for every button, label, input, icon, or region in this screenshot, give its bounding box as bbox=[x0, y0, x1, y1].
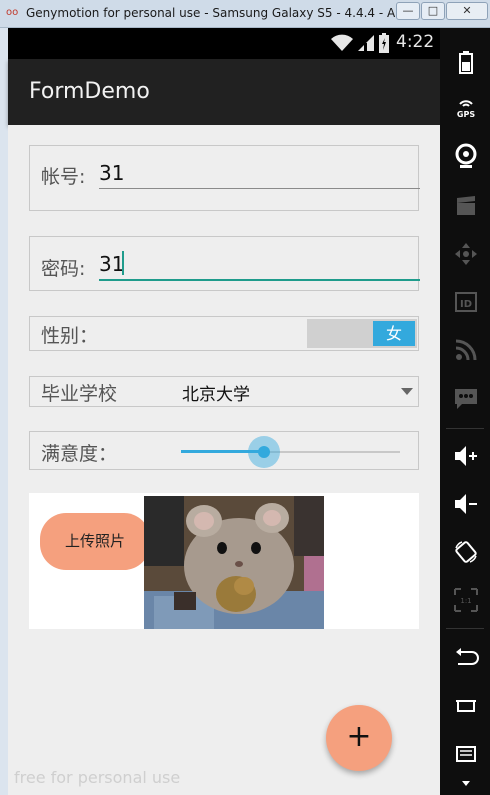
satisfaction-label: 满意度： bbox=[41, 443, 118, 465]
password-row: 密码: 31 bbox=[29, 236, 420, 291]
text-cursor bbox=[122, 251, 124, 275]
dpad-icon[interactable] bbox=[452, 240, 480, 268]
toolbar-separator bbox=[446, 428, 484, 429]
back-icon[interactable] bbox=[452, 644, 480, 672]
account-underline bbox=[99, 188, 420, 189]
school-spinner[interactable]: 北京大学 bbox=[182, 380, 250, 405]
gps-widget-icon[interactable]: GPS bbox=[452, 92, 480, 120]
upload-photo-button[interactable]: 上传照片 bbox=[40, 513, 150, 570]
school-label: 毕业学校 bbox=[41, 383, 118, 405]
school-row: 毕业学校 北京大学 bbox=[29, 376, 419, 407]
status-time: 4:22 bbox=[396, 32, 435, 52]
dropdown-arrow-icon[interactable] bbox=[401, 388, 413, 395]
chat-icon[interactable] bbox=[452, 384, 480, 412]
gps-label: GPS bbox=[457, 110, 475, 119]
clapperboard-icon[interactable] bbox=[452, 192, 480, 220]
form-content: 帐号: 31 密码: 31 性别： 女 毕业学校 北京大学 满意度： 上传照片 … bbox=[8, 125, 440, 795]
account-label: 帐号: bbox=[41, 166, 86, 188]
app-bar: FormDemo bbox=[8, 59, 440, 125]
account-row: 帐号: 31 bbox=[29, 145, 420, 211]
minimize-button[interactable]: — bbox=[396, 2, 420, 20]
ratio-label: 1:1 bbox=[460, 597, 471, 605]
satisfaction-row: 满意度： bbox=[29, 431, 419, 470]
toolbar-separator bbox=[446, 628, 484, 629]
window-title: Genymotion for personal use - Samsung Ga… bbox=[26, 6, 407, 20]
device-id-icon[interactable]: ID bbox=[452, 288, 480, 316]
battery-icon bbox=[379, 33, 389, 53]
scale-icon[interactable]: 1:1 bbox=[452, 586, 480, 614]
maximize-button[interactable]: □ bbox=[421, 2, 445, 20]
genymotion-app-icon: oo bbox=[6, 7, 19, 18]
rotate-icon[interactable] bbox=[452, 538, 480, 566]
id-label: ID bbox=[460, 299, 472, 310]
scroll-down-icon[interactable] bbox=[452, 776, 480, 794]
gender-label: 性别： bbox=[41, 325, 99, 347]
photo-section: 上传照片 bbox=[29, 493, 419, 629]
signal-icon bbox=[358, 35, 374, 51]
battery-widget-icon[interactable] bbox=[452, 48, 480, 76]
add-fab-button[interactable]: + bbox=[326, 705, 392, 771]
gender-row: 性别： 女 bbox=[29, 316, 419, 351]
uploaded-photo bbox=[144, 496, 324, 629]
home-icon[interactable] bbox=[452, 692, 480, 720]
volume-up-icon[interactable] bbox=[452, 442, 480, 470]
password-input[interactable]: 31 bbox=[99, 252, 124, 276]
password-underline-focused bbox=[99, 279, 420, 281]
rss-icon[interactable] bbox=[452, 336, 480, 364]
volume-down-icon[interactable] bbox=[452, 490, 480, 518]
webcam-widget-icon[interactable] bbox=[452, 142, 480, 170]
wifi-icon bbox=[331, 34, 353, 51]
password-label: 密码: bbox=[41, 258, 86, 280]
account-input[interactable]: 31 bbox=[99, 161, 124, 185]
watermark: free for personal use bbox=[14, 768, 181, 787]
close-button[interactable]: ✕ bbox=[446, 2, 488, 20]
device-screen: 4:22 FormDemo 帐号: 31 密码: 31 性别： 女 毕业学校 北… bbox=[8, 28, 440, 795]
app-title: FormDemo bbox=[29, 79, 150, 104]
genymotion-toolbar: GPS ID 1:1 bbox=[440, 28, 490, 795]
status-bar: 4:22 bbox=[8, 28, 440, 59]
menu-icon[interactable] bbox=[452, 740, 480, 768]
gender-switch-thumb[interactable]: 女 bbox=[373, 321, 415, 346]
window-titlebar: oo Genymotion for personal use - Samsung… bbox=[0, 0, 490, 28]
